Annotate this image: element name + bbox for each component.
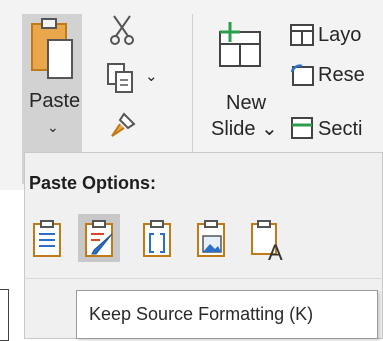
keep-source-formatting-icon [85,220,113,257]
tooltip: Keep Source Formatting (K) [76,290,378,339]
copy-chevron-icon[interactable]: ⌄ [145,66,158,88]
paste-options-title: Paste Options: [29,173,157,193]
reset-icon [290,64,314,93]
reset-button[interactable]: Rese [318,64,365,86]
section-icon [290,116,314,145]
layout-button[interactable]: Layo [318,24,361,46]
picture-icon [197,220,225,257]
keep-source-formatting-option[interactable] [78,214,120,262]
copy-icon[interactable] [106,62,136,99]
clipboard-icon [30,18,74,87]
menu-divider [24,278,383,279]
new-slide-dropdown[interactable]: Slide ⌄ [211,118,278,140]
embed-picture-icon [143,220,171,257]
format-painter-icon[interactable] [108,110,138,145]
keep-text-only-option[interactable]: A [244,214,286,262]
left-pane-edge [0,289,9,341]
keep-text-only-icon: A [251,220,283,262]
use-destination-theme-option[interactable] [26,214,68,262]
layout-icon [290,24,314,51]
use-destination-theme-icon [33,220,61,257]
picture-option[interactable] [190,214,232,262]
embed-option[interactable] [136,214,178,262]
svg-text:A: A [268,240,283,262]
tooltip-text: Keep Source Formatting (K) [89,304,314,324]
new-slide-label[interactable]: New [226,92,266,114]
section-button[interactable]: Secti [318,118,362,140]
group-separator [192,14,193,174]
scissors-icon[interactable] [108,14,136,51]
paste-label: Paste [29,90,81,112]
new-slide-icon[interactable] [214,20,264,75]
paste-chevron-icon[interactable]: ⌄ [47,116,59,138]
